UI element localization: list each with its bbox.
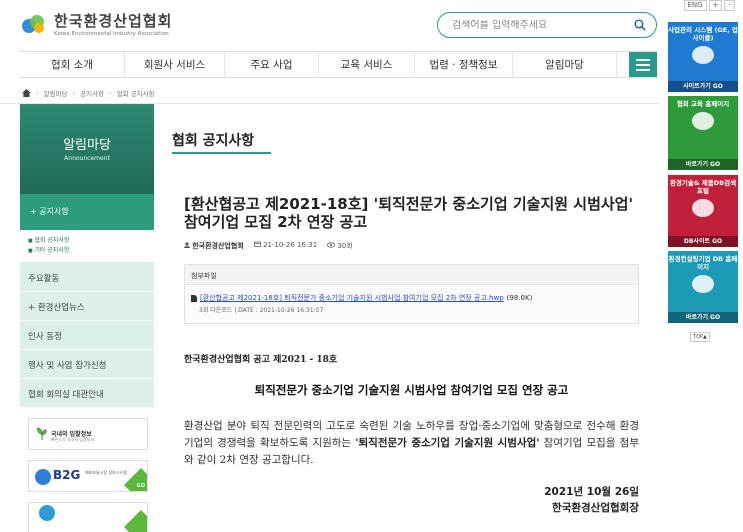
sidebar: 알림마당 Announcement + 공지사항 협회 공지사항 기타 공지사항…: [20, 104, 154, 532]
notice-number: 한국환경산업협회 공고 제2021 - 18호: [184, 355, 338, 365]
calendar-icon: [253, 241, 261, 247]
go-label: GO: [136, 483, 145, 489]
sidebar-subitem-association-notice[interactable]: 협회 공지사항: [28, 236, 154, 246]
quick-link-go: 바로가기 GO: [668, 312, 738, 323]
quick-link-title: 환경기술& 제품DB검색포털: [669, 179, 737, 195]
breadcrumb: › 알림마당 › 공지사항 › 협회 공지사항: [20, 84, 657, 101]
file-icon: [191, 294, 197, 302]
main-nav: 협회 소개 회원사 서비스 주요 사업 교육 서비스 법령 · 정책정보 알림마…: [20, 51, 657, 78]
attachment-size: (98.0K): [506, 294, 533, 302]
attachment-box: 첨부파일 [환산협공고 제2021-18호] 퇴직전문가 중소기업 기술지원 시…: [184, 264, 639, 324]
sidebar-item-notice[interactable]: + 공지사항: [20, 194, 154, 230]
post-date: 21-10-26 16:31: [253, 241, 318, 251]
sidebar-title: 알림마당: [63, 138, 111, 153]
quick-link-go: DB사이트 GO: [668, 236, 738, 247]
sidebar-subtitle: Announcement: [64, 155, 110, 162]
hamburger-menu-icon[interactable]: [629, 52, 657, 77]
post-meta: 한국환경산업협회 21-10-26 16:31 30회: [184, 241, 353, 251]
bulb-icon: [692, 275, 714, 293]
breadcrumb-current: 협회 공지사항: [116, 89, 155, 98]
nav-item-about[interactable]: 협회 소개: [20, 52, 125, 77]
post-title: [환산협공고 제2021-18호] '퇴직전문가 중소기업 기술지원 시범사업'…: [184, 195, 634, 231]
partner-logo-icon: [39, 505, 55, 521]
quick-link-business-system[interactable]: 사업관리 시스템 (GE, 업사이클) 사이트가기 GO: [668, 22, 738, 92]
sidebar-item-news[interactable]: + 환경산업뉴스: [20, 292, 154, 321]
globe-icon: [35, 469, 51, 485]
breadcrumb-item[interactable]: 공지사항: [80, 88, 104, 98]
author: 한국환경산업협회: [184, 241, 244, 251]
sidebar-submenu: 협회 공지사항 기타 공지사항: [20, 230, 154, 263]
author-name: 한국환경산업협회: [192, 242, 244, 250]
logo-mark-icon: [22, 13, 48, 35]
attachment-file: [환산협공고 제2021-18호] 퇴직전문가 중소기업 기술지원 시범사업 참…: [191, 293, 638, 303]
zoom-in-button[interactable]: +: [708, 0, 723, 11]
cloud-icon: [692, 46, 714, 64]
search-icon[interactable]: [634, 19, 646, 31]
nav-item-business[interactable]: 주요 사업: [225, 52, 319, 77]
post-date-value: 21-10-26 16:31: [263, 241, 318, 249]
download-info: 3회 다운로드 | DATE : 2021-10-26 16:31:57: [199, 307, 324, 314]
sidebar-header: 알림마당 Announcement: [20, 104, 154, 194]
sidebar-item-activities[interactable]: 주요활동: [20, 263, 154, 292]
laptop-icon: [692, 112, 714, 130]
eye-icon: [327, 242, 336, 248]
attachment-link[interactable]: [환산협공고 제2021-18호] 퇴직전문가 중소기업 기술지원 시범사업 참…: [200, 293, 504, 303]
quick-link-title: 사업관리 시스템 (GE, 업사이클): [668, 26, 738, 42]
attachment-label: 첨부파일: [185, 265, 638, 285]
quick-link-title: 협회 교육 홈페이지: [676, 100, 730, 108]
plant-icon: [37, 427, 47, 440]
logo-subtitle: Korea Environmental Industry Association: [54, 31, 169, 37]
notice-signature: 한국환경산업협회장: [552, 502, 639, 514]
nav-item-education[interactable]: 교육 서비스: [319, 52, 415, 77]
sidebar-item-events[interactable]: 행사 및 사업 참가신청: [20, 350, 154, 379]
view-count-value: 30회: [337, 242, 353, 250]
notice-body: 환경산업 분야 퇴직 전문인력의 고도로 숙련된 기술 노하우를 창업·중소기업…: [184, 420, 639, 466]
utility-bar: ENG + -: [683, 0, 735, 11]
nav-item-law-policy[interactable]: 법령 · 정책정보: [415, 52, 513, 77]
bid-info-banner[interactable]: 국내외 입찰정보 빠른소식 국내외 입찰정보: [28, 418, 148, 450]
nav-item-notice[interactable]: 알림마당: [513, 52, 617, 77]
b2g-subtitle: 해외조달시장 정보시스템: [85, 470, 127, 475]
b2g-banner[interactable]: B2G 해외조달시장 정보시스템 GO: [28, 460, 148, 492]
eng-button[interactable]: ENG: [683, 0, 707, 11]
quick-link-consulting-db[interactable]: 환경컨설팅기업 DB 홈페이지 바로가기 GO: [668, 251, 738, 323]
zoom-out-button[interactable]: -: [724, 0, 735, 11]
scroll-top-button[interactable]: TOP▲: [690, 332, 710, 342]
notice-date: 2021년 10월 26일: [544, 486, 639, 498]
quick-link-tech-db[interactable]: 환경기술& 제품DB검색포털 DB사이트 GO: [668, 175, 738, 247]
title-underline: [172, 152, 271, 154]
bid-info-subtitle: 빠른소식 국내외 입찰정보: [51, 437, 95, 442]
search-input[interactable]: [452, 19, 632, 31]
partner-banner[interactable]: [28, 502, 148, 532]
user-icon: [184, 242, 190, 248]
sidebar-item-personnel[interactable]: 인사 동정: [20, 321, 154, 350]
leaf-icon: [692, 199, 714, 217]
b2g-title: B2G: [53, 468, 81, 482]
sidebar-item-room-rental[interactable]: 협회 회의실 대관안내: [20, 379, 154, 408]
logo-title: 한국환경산업협회: [54, 12, 173, 30]
quick-link-go: 바로가기 GO: [668, 159, 738, 170]
view-count: 30회: [327, 241, 353, 251]
breadcrumb-item[interactable]: 알림마당: [44, 88, 68, 98]
nav-item-member-services[interactable]: 회원사 서비스: [125, 52, 225, 77]
home-icon[interactable]: [22, 88, 31, 97]
notice-heading: 퇴직전문가 중소기업 기술지원 시범사업 참여기업 모집 연장 공고: [254, 383, 569, 397]
quick-link-title: 환경컨설팅기업 DB 홈페이지: [668, 255, 738, 271]
sidebar-subitem-other-notice[interactable]: 기타 공지사항: [28, 246, 154, 256]
quick-link-go: 사이트가기 GO: [668, 81, 738, 92]
site-logo[interactable]: 한국환경산업협회 Korea Environmental Industry As…: [22, 10, 172, 37]
page-title: 협회 공지사항: [172, 133, 255, 149]
search-box: [437, 12, 657, 38]
quick-link-education-site[interactable]: 협회 교육 홈페이지 바로가기 GO: [668, 96, 738, 170]
